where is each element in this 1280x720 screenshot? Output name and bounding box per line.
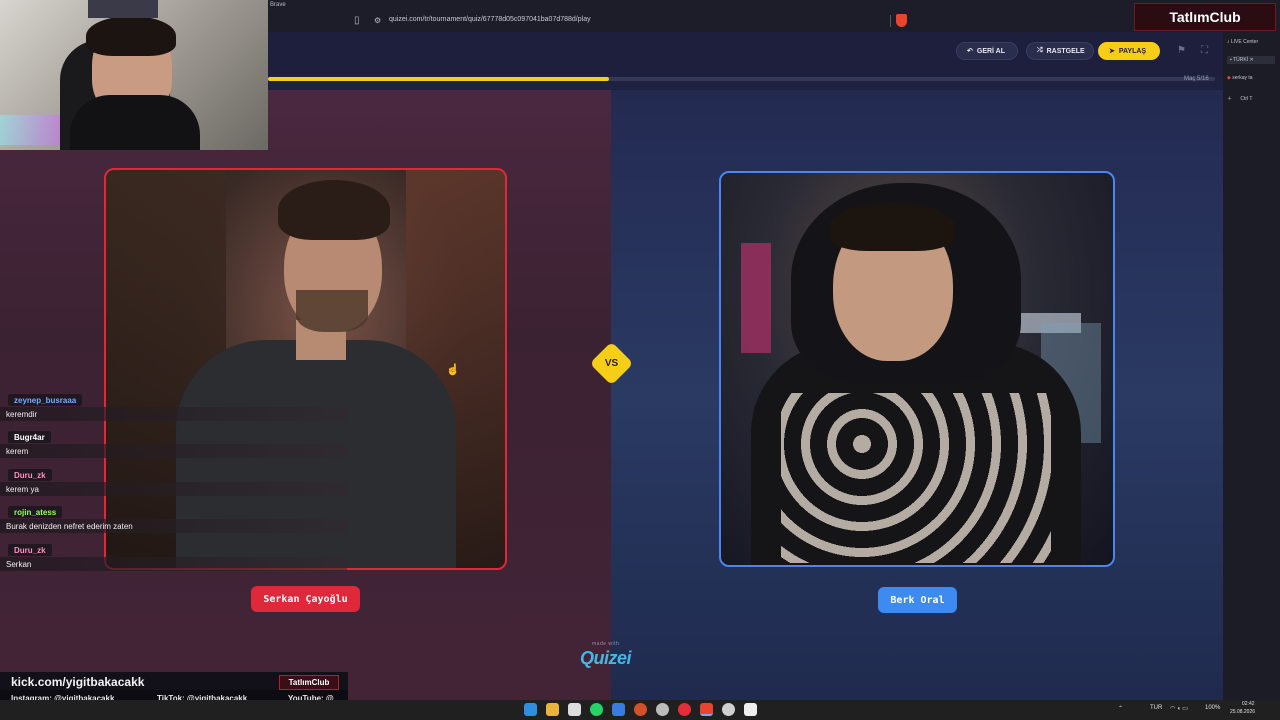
progress-fill [268,77,609,81]
tab-icon: ▪ [1230,57,1232,63]
round-counter: Maç 5/16 [1184,76,1209,82]
shield-icon: ◆ [1227,75,1231,81]
close-tab-icon[interactable]: ✕ [1249,57,1253,63]
whatsapp-icon[interactable] [590,703,603,716]
chat-message: keremdir [0,407,347,421]
tray-chevron-icon[interactable]: ⌃ [1118,705,1123,712]
chat-username: Duru_zk [8,544,52,556]
clock-time[interactable]: 02:42 [1242,701,1255,707]
chat-message: Serkan [0,557,347,571]
hand-cursor-icon: ☝ [446,364,460,376]
browser-title: Brave [270,2,286,8]
side-panel-tab-active[interactable]: ▪ TÜRKİ ✕ [1227,56,1275,64]
undo-label: GERİ AL [976,47,1006,55]
bookmark-icon[interactable]: ▯ [354,15,363,26]
side-panel-tab[interactable]: ♪ LIVE Center [1227,39,1258,45]
wifi-icon[interactable]: ◠ ◖ ▭ [1170,705,1188,712]
chat-username: Duru_zk [8,469,52,481]
random-button[interactable]: ⤮ RASTGELE [1026,42,1094,60]
brave-taskbar-icon[interactable] [700,703,713,716]
kick-channel-url: kick.com/yigitbakacakk [11,675,145,689]
undo-button[interactable]: ↶ GERİ AL [956,42,1018,60]
undo-icon: ↶ [967,48,973,55]
left-candidate-name-button[interactable]: Serkan Çayoğlu [251,586,360,612]
new-tab-row[interactable]: ＋ Ctrl T [1227,95,1253,102]
site-settings-icon[interactable]: ⚙ [374,16,383,25]
media-app-icon[interactable] [678,703,691,716]
brave-shield-icon[interactable] [896,14,907,27]
file-explorer-icon[interactable] [546,703,559,716]
shuffle-icon: ⤮ [1037,47,1043,54]
report-flag-icon[interactable]: ⚑ [1177,45,1186,56]
chat-username: Bugr4ar [8,431,51,443]
random-label: RASTGELE [1046,47,1085,55]
windows-start-icon[interactable] [524,703,537,716]
chat-message: kerem ya [0,482,347,496]
fullscreen-icon[interactable]: ⛶ [1201,45,1208,56]
mail-app-icon[interactable] [612,703,625,716]
browser-side-panel [1223,32,1280,700]
battery-percent[interactable]: 100% [1205,705,1220,711]
stream-brand-badge: TatlımClub [279,675,339,690]
share-button[interactable]: ➤ PAYLAŞ [1098,42,1160,60]
right-candidate-photo[interactable] [719,171,1115,567]
plus-icon: ＋ [1227,96,1233,102]
chat-username: zeynep_busraaa [8,394,83,406]
webcam-overlay [0,0,268,150]
settings-app-icon[interactable] [656,703,669,716]
address-divider [890,15,891,27]
tiktok-icon: ♪ [1227,39,1230,45]
address-bar-url[interactable]: quizei.com/tr/tournament/quiz/67778d05c0… [389,16,591,23]
language-indicator[interactable]: TUR [1150,705,1162,711]
chat-message: kerem [0,444,347,458]
quizei-logo[interactable]: Quizei [580,648,632,669]
send-icon: ➤ [1109,48,1115,55]
share-label: PAYLAŞ [1118,47,1147,55]
clock-date[interactable]: 25.08.2026 [1230,709,1255,715]
calendar-app-icon[interactable] [568,703,581,716]
app-icon[interactable] [634,703,647,716]
vs-label: VS [604,358,619,369]
chat-username: rojin_atess [8,506,63,518]
made-with-text: made with [592,641,620,647]
stream-brand-banner: TatlımClub [1134,3,1276,31]
right-candidate-name-button[interactable]: Berk Oral [878,587,957,613]
chat-message: Burak denizden nefret ederim zaten [0,519,347,533]
app-icon-2[interactable] [722,703,735,716]
app-icon-3[interactable] [744,703,757,716]
side-panel-tab[interactable]: ◆ serkay ta [1227,75,1253,81]
